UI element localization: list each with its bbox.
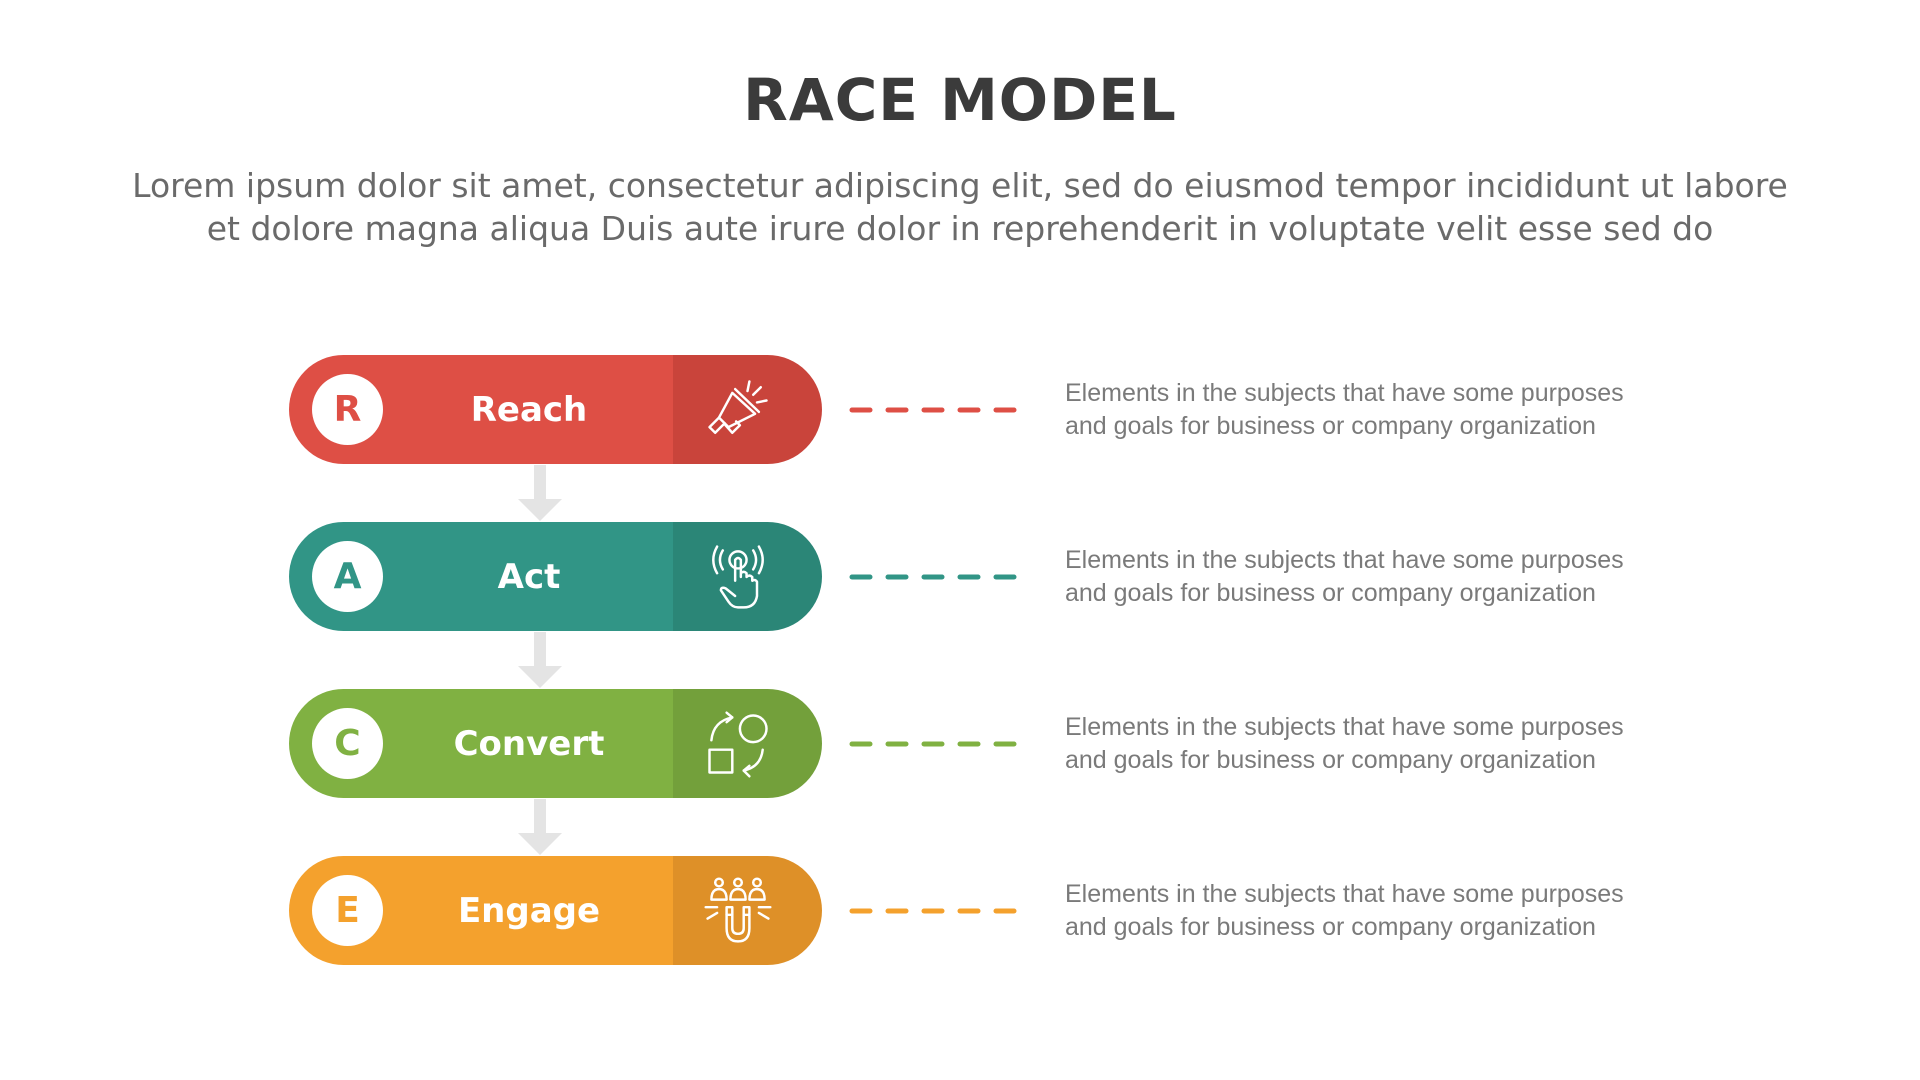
description-line: and goals for business or company organi… (1065, 579, 1596, 607)
letter-badge: C (312, 708, 383, 779)
convert-shapes-icon (707, 710, 768, 778)
letter-badge: A (312, 541, 383, 612)
dashed-connector (849, 407, 1017, 413)
step-description: Elements in the subjects that have some … (1065, 878, 1665, 944)
megaphone-icon (707, 379, 768, 434)
step-row-convert: C Convert Elements in the subjects that … (0, 689, 1920, 799)
step-label: Reach (470, 389, 588, 430)
dashed-connector (849, 908, 1017, 914)
pill-main: E Engage (289, 856, 673, 965)
audience-magnet-icon (703, 876, 772, 943)
pill-icon-section (673, 689, 822, 798)
step-pill: R Reach (289, 355, 822, 464)
step-pill: C Convert (289, 689, 822, 798)
pill-main: C Convert (289, 689, 673, 798)
pill-icon-section (673, 522, 822, 631)
pill-icon-section (673, 355, 822, 464)
description-line: Elements in the subjects that have some … (1065, 713, 1624, 741)
step-pill: E Engage (289, 856, 822, 965)
description-line: Elements in the subjects that have some … (1065, 880, 1624, 908)
letter-badge: R (312, 374, 383, 445)
dashed-connector (849, 741, 1017, 747)
step-pill: A Act (289, 522, 822, 631)
description-line: Elements in the subjects that have some … (1065, 546, 1624, 574)
subtitle-line: et dolore magna aliqua Duis aute irure d… (206, 209, 1714, 248)
description-line: and goals for business or company organi… (1065, 746, 1596, 774)
step-label: Convert (453, 723, 605, 764)
down-arrow-icon (518, 632, 562, 688)
step-label: Act (497, 556, 561, 597)
down-arrow-icon (518, 799, 562, 855)
step-row-act: A Act Elements in the subjects that have… (0, 522, 1920, 632)
description-line: and goals for business or company organi… (1065, 913, 1596, 941)
step-row-reach: R Reach Elements in the subjects that ha… (0, 355, 1920, 465)
step-label: Engage (457, 890, 601, 931)
step-row-engage: E Engage Elements in the subjects that h… (0, 856, 1920, 966)
page-subtitle: Lorem ipsum dolor sit amet, consectetur … (60, 164, 1860, 250)
page-title: RACE MODEL (743, 66, 1177, 134)
dashed-connector (849, 574, 1017, 580)
description-line: Elements in the subjects that have some … (1065, 379, 1624, 407)
step-description: Elements in the subjects that have some … (1065, 711, 1665, 777)
subtitle-line: Lorem ipsum dolor sit amet, consectetur … (132, 166, 1788, 205)
pill-main: R Reach (289, 355, 673, 464)
letter-badge: E (312, 875, 383, 946)
step-description: Elements in the subjects that have some … (1065, 544, 1665, 610)
pill-main: A Act (289, 522, 673, 631)
step-description: Elements in the subjects that have some … (1065, 377, 1665, 443)
description-line: and goals for business or company organi… (1065, 412, 1596, 440)
tap-hand-icon (711, 544, 764, 609)
down-arrow-icon (518, 465, 562, 521)
pill-icon-section (673, 856, 822, 965)
